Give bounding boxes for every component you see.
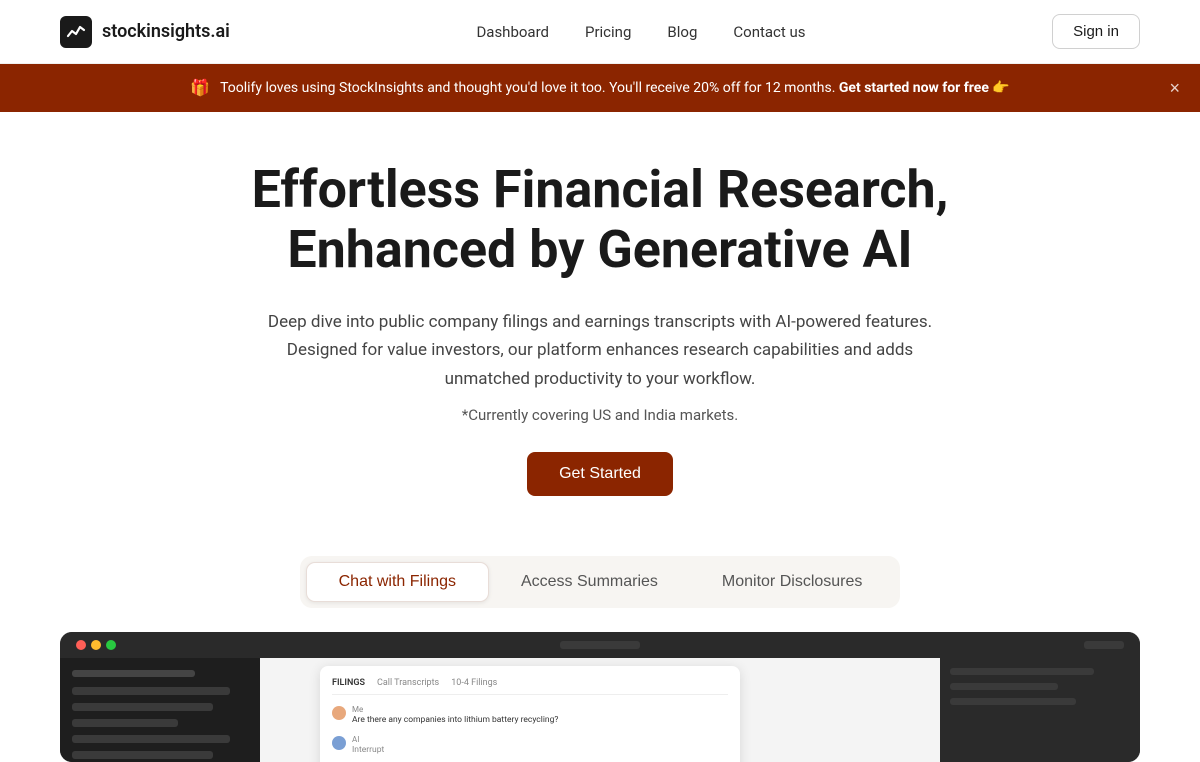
logo-text: stockinsights.ai: [102, 21, 230, 42]
preview-ai-text: AI Interrupt: [352, 735, 384, 757]
preview-user-message-content: Are there any companies into lithium bat…: [352, 715, 558, 727]
nav-blog[interactable]: Blog: [667, 23, 697, 41]
tab-access-summaries[interactable]: Access Summaries: [489, 562, 690, 602]
window-close-dot: [76, 640, 86, 650]
navigation: stockinsights.ai Dashboard Pricing Blog …: [0, 0, 1200, 64]
window-minimize-dot: [91, 640, 101, 650]
preview-tab-transcripts: Call Transcripts: [377, 678, 439, 688]
preview-ai-label: AI: [352, 735, 384, 744]
nav-links: Dashboard Pricing Blog Contact us: [476, 23, 805, 41]
logo[interactable]: stockinsights.ai: [60, 16, 230, 48]
banner-cta-link[interactable]: Get started now for free 👉: [839, 80, 1010, 96]
preview-main-area: FILINGS Call Transcripts 10-4 Filings Me…: [260, 658, 940, 762]
preview-chat-header: FILINGS Call Transcripts 10-4 Filings: [332, 678, 728, 695]
gift-icon: 🎁: [190, 76, 210, 100]
banner-close-button[interactable]: ×: [1169, 79, 1180, 97]
preview-content: FILINGS Call Transcripts 10-4 Filings Me…: [60, 658, 1140, 762]
preview-ai-avatar: [332, 736, 346, 750]
preview-chat-window: FILINGS Call Transcripts 10-4 Filings Me…: [320, 666, 740, 762]
hero-section: Effortless Financial Research, Enhanced …: [0, 112, 1200, 528]
preview-user-avatar: [332, 706, 346, 720]
logo-icon: [60, 16, 92, 48]
tabs-container: Chat with Filings Access Summaries Monit…: [300, 556, 901, 608]
feature-tabs: Chat with Filings Access Summaries Monit…: [0, 556, 1200, 608]
preview-sidebar: [60, 658, 260, 762]
preview-tab-10k: 10-4 Filings: [451, 678, 497, 688]
window-maximize-dot: [106, 640, 116, 650]
nav-contact[interactable]: Contact us: [733, 23, 805, 41]
banner-text: Toolify loves using StockInsights and th…: [220, 78, 1010, 99]
sidebar-row-1: [72, 687, 230, 695]
sidebar-row-2: [72, 703, 213, 711]
preview-window-bar: [60, 632, 1140, 658]
window-controls: [76, 640, 116, 650]
preview-right-panel: [940, 658, 1140, 762]
sidebar-row-3: [72, 719, 178, 727]
signin-button[interactable]: Sign in: [1052, 14, 1140, 49]
tab-chat-filings[interactable]: Chat with Filings: [306, 562, 489, 602]
hero-note: *Currently covering US and India markets…: [200, 406, 1000, 424]
preview-ai-message: AI Interrupt: [332, 735, 728, 757]
preview-ai-action: Interrupt: [352, 745, 384, 757]
tab-monitor-disclosures[interactable]: Monitor Disclosures: [690, 562, 894, 602]
preview-section: FILINGS Call Transcripts 10-4 Filings Me…: [60, 632, 1140, 762]
preview-tab-filings: FILINGS: [332, 678, 365, 688]
nav-dashboard[interactable]: Dashboard: [476, 23, 549, 41]
nav-pricing[interactable]: Pricing: [585, 23, 631, 41]
promo-banner: 🎁 Toolify loves using StockInsights and …: [0, 64, 1200, 112]
preview-toolbar: [1084, 641, 1124, 649]
preview-url-bar: [560, 641, 640, 649]
get-started-button[interactable]: Get Started: [527, 452, 673, 496]
sidebar-row-4: [72, 735, 230, 743]
preview-user-message: Me Are there any companies into lithium …: [332, 705, 728, 727]
preview-user-text: Me Are there any companies into lithium …: [352, 705, 558, 727]
hero-subtitle: Deep dive into public company filings an…: [260, 308, 940, 395]
preview-user-label: Me: [352, 705, 558, 714]
sidebar-row-5: [72, 751, 213, 759]
hero-title: Effortless Financial Research, Enhanced …: [200, 160, 1000, 280]
